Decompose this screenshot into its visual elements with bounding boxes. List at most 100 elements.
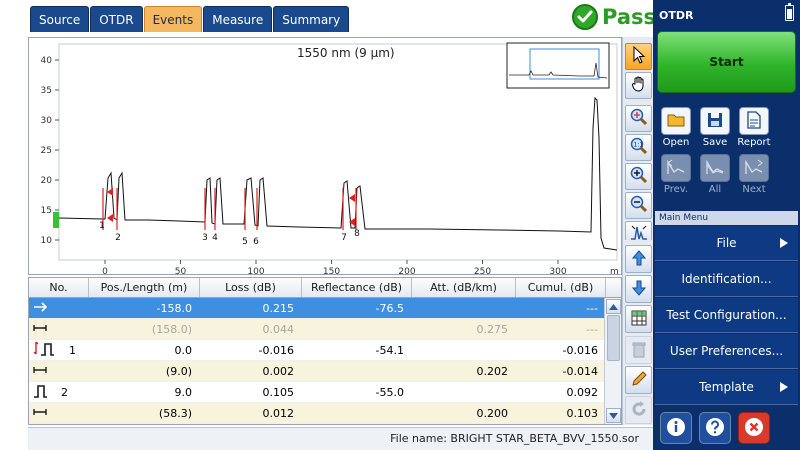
open-button[interactable] xyxy=(661,107,691,135)
help-button[interactable] xyxy=(699,412,731,444)
tab-source[interactable]: Source xyxy=(30,6,90,32)
table-row[interactable]: 2 9.0 0.105 -55.0 0.092 xyxy=(29,382,621,403)
row-type-cell xyxy=(29,407,89,420)
close-button[interactable] xyxy=(738,412,770,444)
x-tick-label: 150 xyxy=(323,267,340,276)
menu-item-test-configuration[interactable]: Test Configuration... xyxy=(655,298,798,333)
info-icon xyxy=(665,416,687,441)
menu-item-label: User Preferences... xyxy=(669,344,784,358)
col-header-reflectance[interactable]: Reflectance (dB) xyxy=(302,278,412,297)
zoom-out-button[interactable] xyxy=(625,192,652,219)
scroll-up-button[interactable] xyxy=(606,299,621,314)
tab-strip: Source OTDR Events Measure Summary xyxy=(30,6,350,32)
menu-item-identification[interactable]: Identification... xyxy=(655,262,798,297)
x-tick-label: 200 xyxy=(398,267,415,276)
zoom-in-button[interactable] xyxy=(625,163,652,190)
help-icon xyxy=(704,416,726,441)
table-row[interactable]: (9.0) 0.002 0.202 -0.014 xyxy=(29,361,621,382)
launch-reflective-icon xyxy=(33,341,59,360)
tab-measure[interactable]: Measure xyxy=(203,6,273,32)
edit-event-button[interactable] xyxy=(625,366,652,394)
submenu-arrow-icon xyxy=(780,382,788,392)
status-bar: File name: BRIGHT STAR_BETA_BVV_1550.sor xyxy=(28,427,653,450)
tab-otdr[interactable]: OTDR xyxy=(90,6,143,32)
zoom-full-button[interactable] xyxy=(625,105,652,132)
previous-event-button[interactable] xyxy=(625,245,652,273)
prev-trace-button[interactable] xyxy=(661,154,691,182)
x-tick-label: 100 xyxy=(247,267,264,276)
chevron-up-icon xyxy=(609,300,618,313)
next-trace-button[interactable] xyxy=(739,154,769,182)
col-header-attenuation[interactable]: Att. (dB/km) xyxy=(412,278,516,297)
x-tick-label: 0 xyxy=(102,267,108,276)
loss-cell: 0.215 xyxy=(262,301,295,315)
span-icon xyxy=(33,407,47,420)
position-cell: 0.0 xyxy=(174,343,193,357)
panel-title: OTDR xyxy=(659,9,694,22)
otdr-trace-graph[interactable]: 40 35 30 25 20 15 10 0 50 100 150 200 250 300 m 1 2 3 4 5 6 7… xyxy=(28,37,622,276)
start-button[interactable]: Start xyxy=(657,31,796,93)
table-scrollbar[interactable] xyxy=(604,298,621,424)
attenuation-cell: 0.200 xyxy=(476,406,509,420)
col-header-cumulative[interactable]: Cumul. (dB) xyxy=(516,278,606,297)
cumulative-cell: -0.016 xyxy=(562,343,598,357)
menu-item-template[interactable]: Template xyxy=(655,370,798,405)
zoom-one-to-one-button[interactable]: 1:1 xyxy=(625,134,652,161)
table-body: -158.0 0.215 -76.5 --- (158.0) 0.044 0.275 --- 1… xyxy=(29,298,621,424)
save-button[interactable] xyxy=(700,107,730,135)
col-header-no[interactable]: No. xyxy=(29,278,89,297)
event-marker-label: 3 xyxy=(202,233,208,243)
report-document-icon xyxy=(747,110,761,132)
y-tick-label: 10 xyxy=(41,236,53,246)
pointer-tool-button[interactable] xyxy=(625,43,652,70)
attenuation-cell: 0.202 xyxy=(476,364,509,378)
scroll-thumb[interactable] xyxy=(607,315,620,361)
top-bar: Source OTDR Events Measure Summary Pass xyxy=(0,0,656,37)
report-button[interactable] xyxy=(739,107,769,135)
open-label: Open xyxy=(662,137,690,148)
menu-item-file[interactable]: File xyxy=(655,226,798,261)
loss-cell: -0.016 xyxy=(258,343,294,357)
checkmark-icon xyxy=(572,4,598,30)
event-marker-label: 7 xyxy=(341,233,347,243)
info-button[interactable] xyxy=(660,412,692,444)
trace-plot: 403530252015100 50 100 150 200 250 300 m12 3 4 5 6 7… xyxy=(41,42,619,276)
scroll-down-button[interactable] xyxy=(606,408,621,423)
arrow-right-icon xyxy=(33,301,49,315)
pencil-icon xyxy=(630,370,648,391)
row-type-cell: 2 xyxy=(29,383,89,402)
refresh-analysis-button[interactable] xyxy=(625,396,652,424)
table-row[interactable]: (58.3) 0.012 0.200 0.103 xyxy=(29,403,621,424)
trace-overview-window xyxy=(506,42,610,89)
menu-item-user-preferences[interactable]: User Preferences... xyxy=(655,334,798,369)
cumulative-cell: 0.103 xyxy=(566,406,599,420)
event-marker-label: 8 xyxy=(354,229,360,239)
delete-event-button[interactable] xyxy=(625,336,652,364)
zoom-one-to-one-icon: 1:1 xyxy=(629,136,649,159)
event-table-options-button[interactable] xyxy=(625,305,652,333)
event-marker-label: 1 xyxy=(99,221,105,231)
span-icon xyxy=(33,323,47,336)
table-row[interactable]: 1 0.0 -0.016 -54.1 -0.016 xyxy=(29,340,621,361)
position-cell: -158.0 xyxy=(156,301,192,315)
loss-cell: 0.044 xyxy=(262,322,295,336)
pan-tool-button[interactable] xyxy=(625,72,652,99)
cumulative-cell: --- xyxy=(586,322,598,336)
menu-item-label: Identification... xyxy=(681,272,772,286)
tab-summary[interactable]: Summary xyxy=(273,6,350,32)
hand-icon xyxy=(630,75,648,96)
close-icon xyxy=(743,416,765,441)
main-menu-title: Main Menu xyxy=(655,211,798,225)
all-traces-button[interactable] xyxy=(700,154,730,182)
next-event-button[interactable] xyxy=(625,275,652,303)
position-cell: (58.3) xyxy=(158,406,192,420)
col-header-loss[interactable]: Loss (dB) xyxy=(200,278,302,297)
file-name-label: File name: BRIGHT STAR_BETA_BVV_1550.sor xyxy=(390,432,639,445)
col-header-position[interactable]: Pos./Length (m) xyxy=(89,278,200,297)
table-row[interactable]: (158.0) 0.044 0.275 --- xyxy=(29,319,621,340)
tab-events[interactable]: Events xyxy=(143,6,203,32)
table-row[interactable]: -158.0 0.215 -76.5 --- xyxy=(29,298,621,319)
battery-icon xyxy=(785,3,794,21)
submenu-arrow-icon xyxy=(780,238,788,248)
loss-cell: 0.105 xyxy=(262,385,295,399)
